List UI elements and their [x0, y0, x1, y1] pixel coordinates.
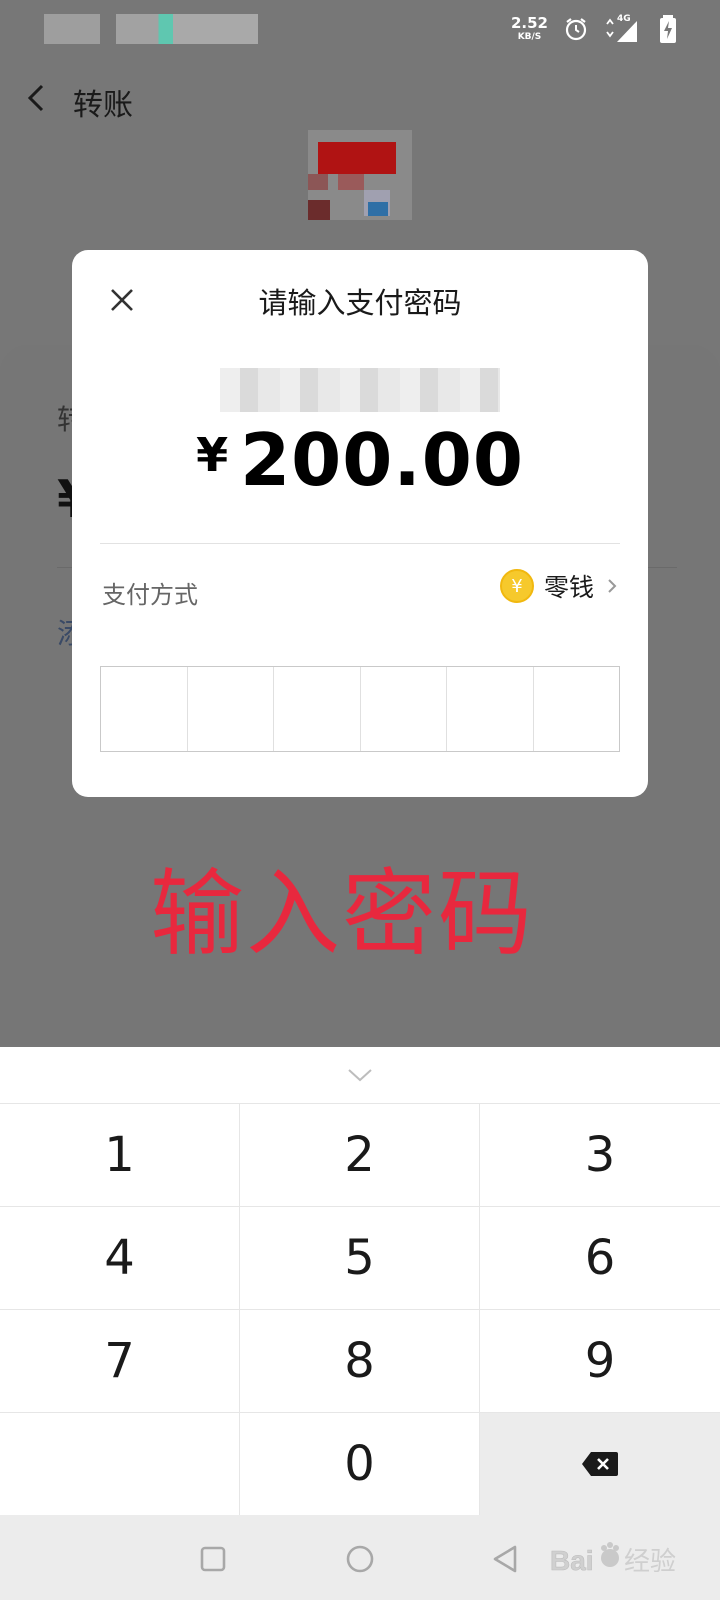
password-digit-cell — [101, 667, 188, 751]
recipient-avatar — [308, 130, 412, 220]
coin-symbol: ¥ — [511, 575, 523, 597]
blurred-payee-name — [220, 368, 500, 412]
svg-text:经验: 经验 — [624, 1546, 676, 1576]
system-navigation-bar: Bai 经验 — [0, 1515, 720, 1600]
key-7[interactable]: 7 — [0, 1309, 240, 1412]
payment-amount: ¥200.00 — [72, 418, 648, 502]
network-type: 4G — [617, 14, 631, 24]
numeric-keypad: 1 2 3 4 5 6 7 8 9 0 — [0, 1047, 720, 1515]
svg-text:Bai: Bai — [550, 1545, 594, 1576]
back-triangle-icon[interactable] — [486, 1539, 526, 1579]
instruction-annotation: 输入密码 — [150, 860, 535, 969]
blurred-notification-icons — [116, 14, 258, 44]
password-digit-cell — [188, 667, 274, 751]
key-0[interactable]: 0 — [240, 1412, 480, 1515]
dialog-title: 请输入支付密码 — [258, 286, 462, 320]
key-8[interactable]: 8 — [240, 1309, 480, 1412]
key-9[interactable]: 9 — [480, 1309, 720, 1412]
baidu-jingyan-watermark-logo: Bai 经验 — [550, 1536, 680, 1582]
network-speed-value: 2.52 — [510, 14, 548, 32]
page-title: 转账 — [73, 88, 133, 123]
recents-square-icon[interactable] — [193, 1539, 233, 1579]
keypad-grid: 1 2 3 4 5 6 7 8 9 0 — [0, 1103, 720, 1515]
payment-method-label: 支付方式 — [102, 581, 198, 609]
password-digit-cell — [534, 667, 620, 751]
key-empty — [0, 1412, 240, 1515]
coin-icon: ¥ — [499, 569, 534, 603]
key-3[interactable]: 3 — [480, 1103, 720, 1206]
payment-method-selector[interactable]: ¥ 零钱 — [499, 568, 620, 604]
backspace-key[interactable] — [480, 1412, 720, 1515]
status-indicators: 2.52 KB/S 4G — [511, 14, 682, 44]
home-circle-icon[interactable] — [340, 1539, 380, 1579]
divider — [100, 543, 620, 544]
chevron-right-icon — [608, 579, 617, 593]
alarm-icon — [562, 14, 590, 44]
key-6[interactable]: 6 — [480, 1206, 720, 1309]
password-digit-cell — [361, 667, 447, 751]
backspace-icon — [582, 1452, 618, 1476]
password-input[interactable] — [100, 666, 620, 752]
key-5[interactable]: 5 — [240, 1206, 480, 1309]
status-bar: 2.52 KB/S 4G — [0, 0, 720, 60]
signal-4g-icon: 4G — [604, 14, 640, 44]
password-digit-cell — [274, 667, 361, 751]
payment-password-dialog: 请输入支付密码 ¥200.00 支付方式 ¥ 零钱 — [72, 250, 648, 797]
network-speed: 2.52 KB/S — [511, 16, 548, 42]
amount-value: 200.00 — [240, 418, 524, 502]
back-arrow-icon[interactable] — [20, 78, 60, 118]
payment-method-value: 零钱 — [543, 573, 594, 602]
blurred-notification-icons — [44, 14, 100, 44]
key-4[interactable]: 4 — [0, 1206, 240, 1309]
key-1[interactable]: 1 — [0, 1103, 240, 1206]
currency-symbol: ¥ — [196, 428, 229, 482]
collapse-keyboard-button[interactable] — [0, 1047, 720, 1103]
network-speed-unit: KB/S — [517, 32, 542, 42]
password-digit-cell — [447, 667, 534, 751]
chevron-down-icon — [348, 1069, 372, 1082]
key-2[interactable]: 2 — [240, 1103, 480, 1206]
app-header: 转账 — [0, 68, 720, 128]
battery-charging-icon — [654, 14, 682, 44]
